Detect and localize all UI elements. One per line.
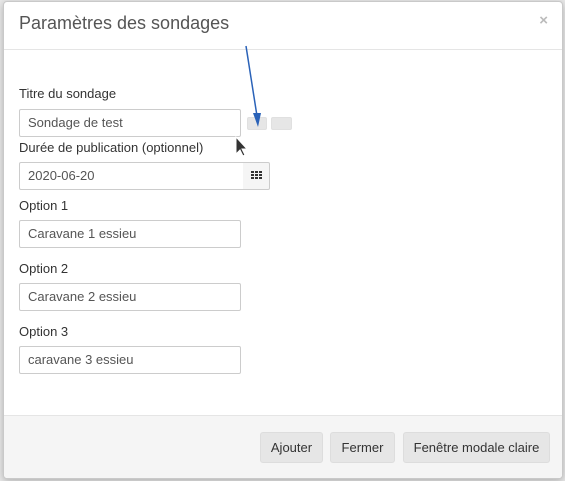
poll-settings-modal: Paramètres des sondages × Titre du sonda… <box>3 1 563 479</box>
option-2-input[interactable]: Caravane 2 essieu <box>19 283 241 311</box>
option-1-input[interactable]: Caravane 1 essieu <box>19 220 241 248</box>
hidden-action-button-1[interactable] <box>247 117 267 130</box>
page: Paramètres des sondages × Titre du sonda… <box>0 0 565 481</box>
calendar-button[interactable] <box>243 162 270 190</box>
close-icon[interactable]: × <box>539 12 548 29</box>
publication-duration-label: Durée de publication (optionnel) <box>19 140 204 155</box>
close-button[interactable]: Fermer <box>330 432 395 463</box>
modal-footer: Ajouter Fermer Fenêtre modale claire <box>4 415 562 478</box>
poll-title-input[interactable]: Sondage de test <box>19 109 241 137</box>
option-1-label: Option 1 <box>19 198 69 213</box>
poll-title-label: Titre du sondage <box>19 86 117 101</box>
modal-title: Paramètres des sondages <box>19 13 230 33</box>
add-button[interactable]: Ajouter <box>260 432 323 463</box>
light-modal-button[interactable]: Fenêtre modale claire <box>403 432 550 463</box>
hidden-action-button-2[interactable] <box>271 117 292 130</box>
option-3-label: Option 3 <box>19 324 69 339</box>
option-3-input[interactable]: caravane 3 essieu <box>19 346 241 374</box>
option-2-label: Option 2 <box>19 261 69 276</box>
modal-body: Titre du sondage Sondage de test Durée d… <box>4 50 562 415</box>
modal-header: Paramètres des sondages × <box>4 2 562 50</box>
calendar-icon <box>251 171 262 181</box>
publication-date-input[interactable]: 2020-06-20 <box>19 162 244 190</box>
